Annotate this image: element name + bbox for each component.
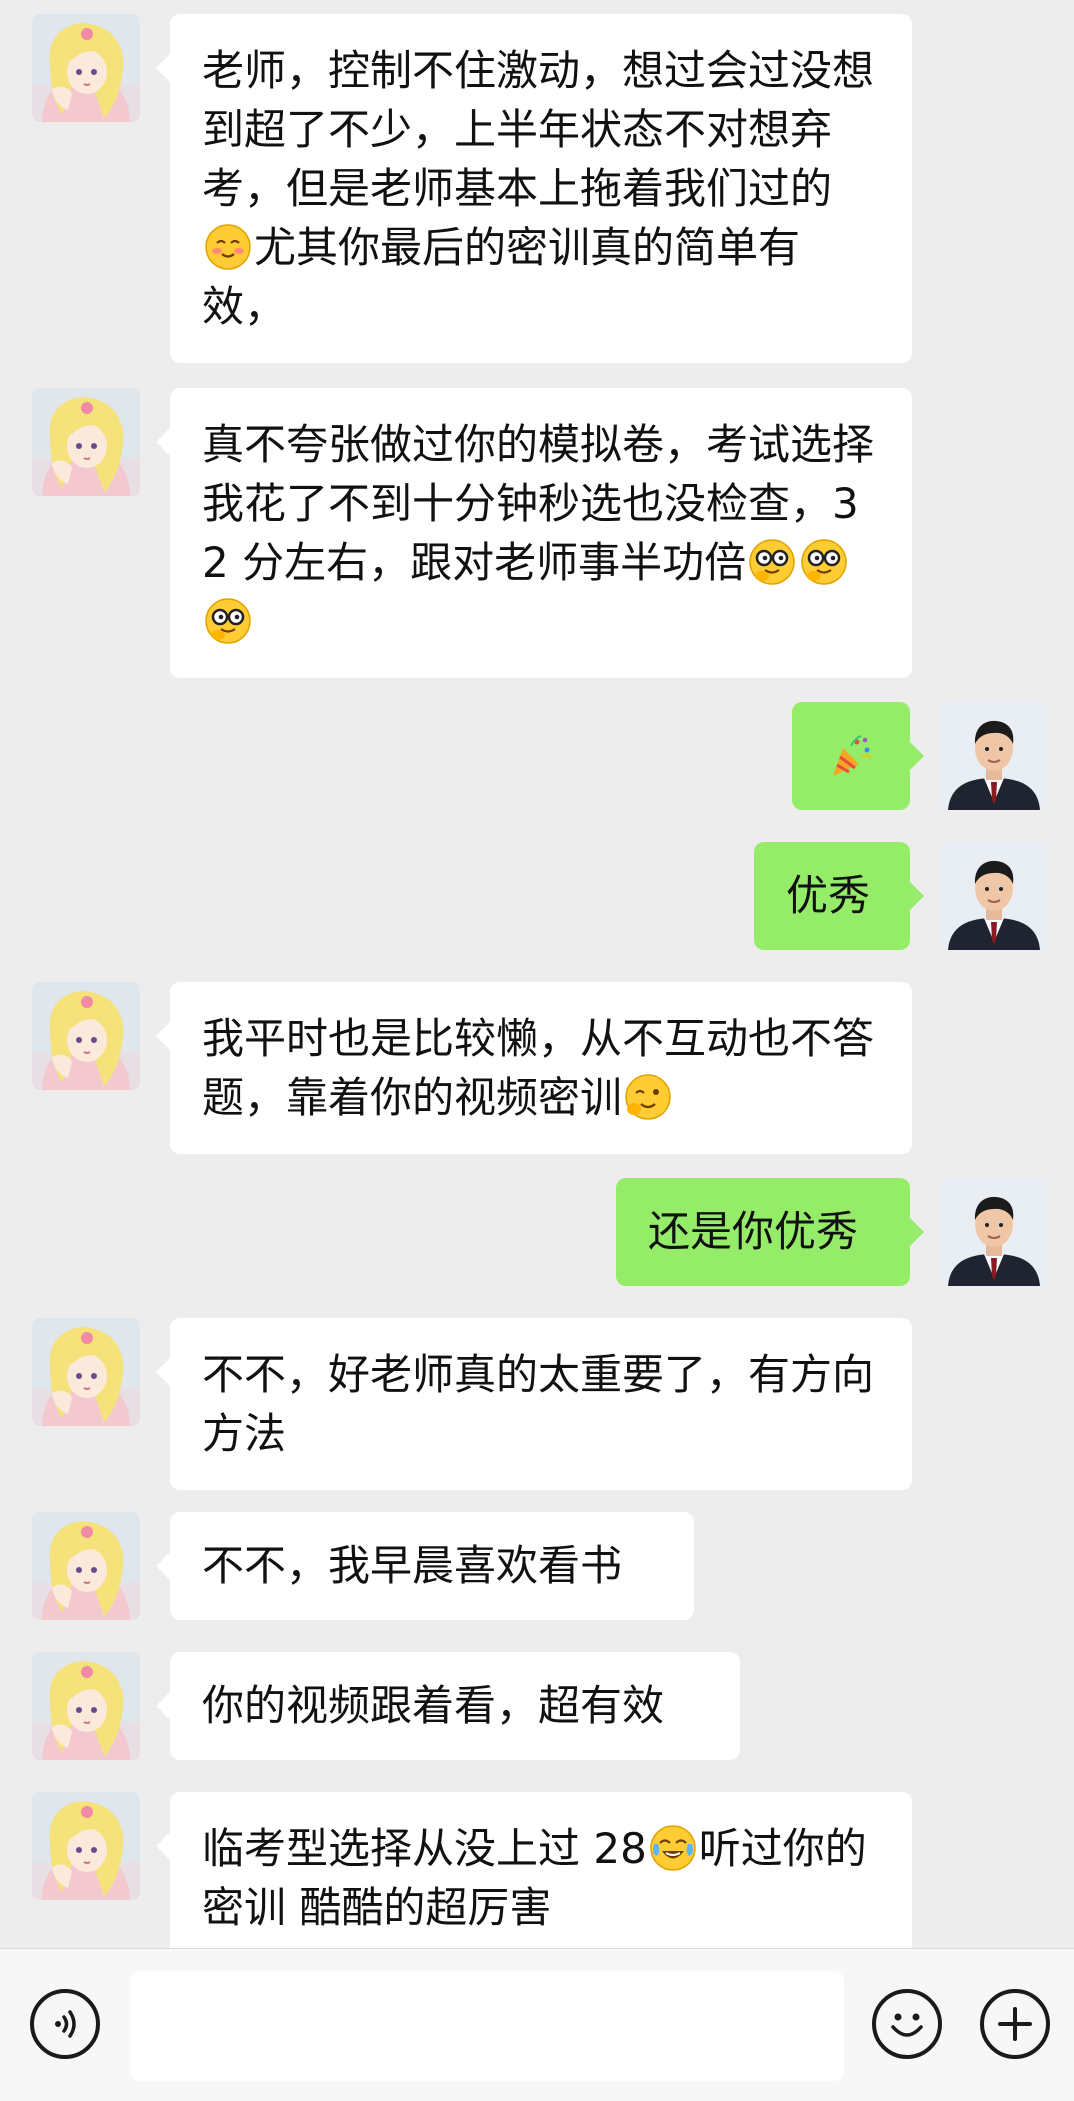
contact-avatar-image — [32, 1652, 140, 1760]
contact-avatar[interactable] — [32, 1652, 140, 1760]
incoming-message-bubble[interactable]: 真不夸张做过你的模拟卷，考试选择我花了不到十分钟秒选也没检查，32 分左右，跟对… — [156, 388, 912, 678]
message-text: 优秀 — [786, 871, 871, 920]
party-popper-emoji-icon — [827, 732, 875, 780]
contact-avatar-image — [32, 1512, 140, 1620]
self-avatar-image — [940, 1178, 1048, 1286]
nerd-emoji-icon — [748, 538, 796, 586]
contact-avatar[interactable] — [32, 1792, 140, 1900]
self-avatar[interactable] — [940, 702, 1048, 810]
incoming-message-bubble[interactable]: 临考型选择从没上过 28 听过你的密训 酷酷的超厉害 — [156, 1792, 912, 1948]
wink-emoji-icon — [624, 1073, 672, 1121]
contact-avatar-image — [32, 982, 140, 1090]
message-text: 还是你优秀 — [648, 1207, 859, 1256]
contact-avatar[interactable] — [32, 14, 140, 122]
contact-avatar-image — [32, 388, 140, 496]
contact-avatar-image — [32, 14, 140, 122]
self-avatar[interactable] — [940, 1178, 1048, 1286]
add-button[interactable] — [980, 1989, 1050, 2059]
incoming-message-bubble[interactable]: 不不，我早晨喜欢看书 — [156, 1512, 694, 1620]
voice-icon — [55, 2010, 76, 2038]
incoming-message-bubble[interactable]: 我平时也是比较懒，从不互动也不答题，靠着你的视频密训 — [156, 982, 912, 1154]
contact-avatar-image — [32, 1318, 140, 1426]
message-text: 尤其你最后的密训真的简单有效， — [202, 223, 801, 331]
message-text: 不不，好老师真的太重要了，有方向方法 — [202, 1350, 875, 1458]
outgoing-message-bubble[interactable]: 还是你优秀 — [616, 1178, 924, 1286]
message-text: 临考型选择从没上过 28 — [202, 1824, 647, 1873]
tears-of-joy-emoji-icon — [649, 1824, 697, 1872]
contact-avatar[interactable] — [32, 388, 140, 496]
incoming-message-bubble[interactable]: 你的视频跟着看，超有效 — [156, 1652, 740, 1760]
self-avatar-image — [940, 702, 1048, 810]
contact-avatar[interactable] — [32, 1512, 140, 1620]
message-text: 不不，我早晨喜欢看书 — [202, 1541, 623, 1590]
incoming-message-bubble[interactable]: 不不，好老师真的太重要了，有方向方法 — [156, 1318, 912, 1490]
message-text: 老师，控制不住激动，想过会过没想到超了不少，上半年状态不对想弃考，但是老师基本上… — [202, 46, 875, 213]
outgoing-message-bubble[interactable] — [792, 702, 924, 810]
nerd-emoji-icon — [800, 538, 848, 586]
contact-avatar[interactable] — [32, 982, 140, 1090]
plus-icon — [998, 2007, 1032, 2041]
contact-avatar-image — [32, 1792, 140, 1900]
incoming-message-bubble[interactable]: 老师，控制不住激动，想过会过没想到超了不少，上半年状态不对想弃考，但是老师基本上… — [156, 14, 912, 363]
self-avatar[interactable] — [940, 842, 1048, 950]
blush-emoji-icon — [204, 223, 252, 271]
nerd-emoji-icon — [204, 597, 252, 645]
contact-avatar[interactable] — [32, 1318, 140, 1426]
input-toolbar — [0, 1948, 1074, 2101]
self-avatar-image — [940, 842, 1048, 950]
message-text: 你的视频跟着看，超有效 — [202, 1681, 665, 1730]
emoji-icon — [891, 2013, 923, 2037]
emoji-button[interactable] — [872, 1989, 942, 2059]
message-input[interactable] — [130, 1971, 844, 2081]
voice-button[interactable] — [30, 1989, 100, 2059]
outgoing-message-bubble[interactable]: 优秀 — [754, 842, 924, 950]
chat-message-list[interactable]: 老师，控制不住激动，想过会过没想到超了不少，上半年状态不对想弃考，但是老师基本上… — [0, 0, 1074, 1948]
message-text: 我平时也是比较懒，从不互动也不答题，靠着你的视频密训 — [202, 1014, 875, 1122]
